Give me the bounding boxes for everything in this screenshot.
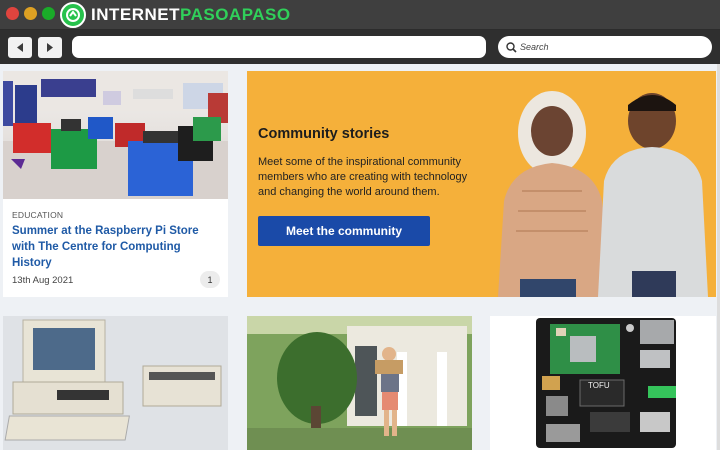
vintage-computer-photo — [3, 316, 228, 450]
maximize-window-button[interactable] — [42, 7, 55, 20]
delivery-card[interactable] — [247, 316, 472, 450]
store-photo[interactable] — [3, 71, 228, 199]
porch-delivery-photo — [247, 316, 472, 450]
address-bar[interactable] — [72, 36, 486, 58]
browser-toolbar — [0, 30, 720, 64]
back-arrow-icon — [17, 43, 23, 52]
article-date: 13th Aug 2021 — [12, 275, 74, 286]
page-content: EDUCATION Summer at the Raspberry Pi Sto… — [0, 64, 720, 450]
circuit-board-photo: TOFU — [490, 316, 716, 450]
brand-name-white: INTERNET — [91, 5, 180, 24]
community-stories-banner: Community stories Meet some of the inspi… — [247, 71, 716, 297]
article-title-link[interactable]: Summer at the Raspberry Pi Store with Th… — [12, 223, 222, 271]
site-brand-logo: INTERNETPASOAPASO — [60, 2, 291, 28]
meet-the-community-button[interactable]: Meet the community — [258, 216, 430, 246]
close-window-button[interactable] — [6, 7, 19, 20]
article-card[interactable]: EDUCATION Summer at the Raspberry Pi Sto… — [3, 71, 228, 297]
hero-heading: Community stories — [258, 126, 390, 142]
brand-name-green: PASOAPASO — [180, 5, 291, 24]
brand-logo-icon — [60, 2, 86, 28]
comment-count-badge[interactable]: 1 — [200, 271, 220, 288]
board-chip-label: TOFU — [588, 381, 610, 390]
search-box[interactable] — [498, 36, 712, 58]
store-photo-illustration — [3, 71, 228, 199]
search-input[interactable] — [520, 42, 700, 52]
back-button[interactable] — [8, 37, 32, 58]
search-icon — [506, 41, 517, 53]
vintage-computer-card[interactable] — [3, 316, 228, 450]
browser-window: INTERNETPASOAPASO Search EDUCATION Summe… — [0, 0, 720, 450]
title-bar: INTERNETPASOAPASO — [0, 0, 720, 30]
minimize-window-button[interactable] — [24, 7, 37, 20]
children-photo — [498, 91, 708, 297]
forward-arrow-icon — [47, 43, 53, 52]
hero-description: Meet some of the inspirational community… — [258, 156, 468, 198]
brand-symbol-icon — [66, 8, 80, 22]
compute-module-card[interactable]: TOFU — [490, 316, 716, 450]
brand-name: INTERNETPASOAPASO — [91, 5, 291, 25]
article-category: EDUCATION — [12, 210, 64, 220]
forward-button[interactable] — [38, 37, 62, 58]
